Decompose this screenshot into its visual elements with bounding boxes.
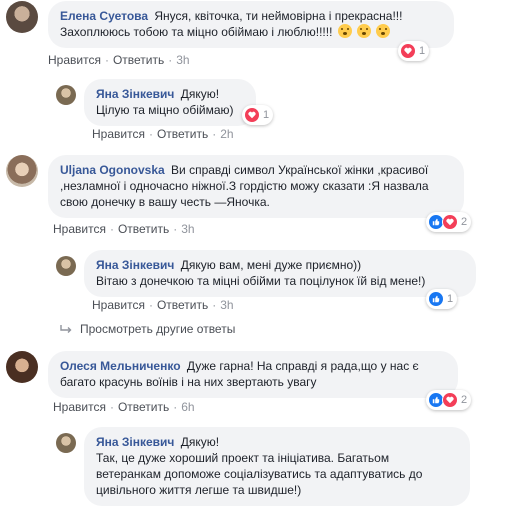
reaction-count: 1	[263, 109, 270, 121]
comment-text: Дякую!	[180, 435, 220, 449]
separator: ·	[148, 298, 153, 312]
comment-actions: Нравится · Ответить · 6h	[53, 400, 195, 414]
love-icon	[442, 214, 458, 230]
reaction-count: 2	[461, 394, 468, 406]
comment-author[interactable]: Елена Суетова	[60, 9, 148, 23]
reply-link[interactable]: Ответить	[118, 400, 169, 414]
comment-text: свою донечку в вашу честь —Яночка.	[60, 195, 270, 209]
comment-text: ветеранкам допоможе соціалізуватись та а…	[96, 467, 423, 481]
kiss-emoji-icon	[376, 24, 391, 38]
love-icon	[442, 392, 458, 408]
avatar[interactable]	[56, 433, 76, 453]
avatar[interactable]	[6, 351, 38, 383]
comment-author[interactable]: Uljana Ogonovska	[60, 163, 165, 177]
reply-3: Яна Зінкевич Дякую! Так, це дуже хороший…	[56, 427, 470, 506]
like-link[interactable]: Нравится	[92, 298, 145, 312]
comment-bubble: Олеся Мельниченко Дуже гарна! На справді…	[48, 351, 458, 398]
reply-link[interactable]: Ответить	[157, 298, 208, 312]
comment-author[interactable]: Яна Зінкевич	[96, 435, 174, 449]
separator: ·	[148, 127, 153, 141]
more-replies-link[interactable]: Просмотреть другие ответы	[60, 322, 235, 336]
comment-text: Вітаю з донечкою та міцні обійми та поці…	[96, 274, 426, 288]
timestamp[interactable]: 2h	[220, 127, 233, 141]
comment-3: Олеся Мельниченко Дуже гарна! На справді…	[6, 351, 458, 398]
avatar[interactable]	[6, 155, 38, 187]
comment-1: Елена Суетова Януся, квіточка, ти неймов…	[6, 1, 454, 48]
reply-link[interactable]: Ответить	[157, 127, 208, 141]
reply-1: Яна Зінкевич Дякую! Цілую та міцно обійм…	[56, 79, 256, 126]
timestamp[interactable]: 3h	[181, 222, 194, 236]
comment-author[interactable]: Яна Зінкевич	[96, 87, 174, 101]
avatar[interactable]	[6, 1, 38, 33]
reactions-summary[interactable]: 1	[426, 289, 458, 309]
like-icon	[428, 291, 444, 307]
reaction-count: 2	[461, 216, 468, 228]
reaction-count: 1	[419, 45, 426, 57]
separator: ·	[104, 53, 109, 67]
comment-author[interactable]: Олеся Мельниченко	[60, 359, 181, 373]
kiss-emoji-icon	[337, 24, 352, 38]
comment-text: багато красунь воїнів і на них звертають…	[60, 375, 317, 389]
comment-bubble: Елена Суетова Януся, квіточка, ти неймов…	[48, 1, 454, 48]
reply-link[interactable]: Ответить	[118, 222, 169, 236]
separator: ·	[168, 53, 173, 67]
comment-text: Януся, квіточка, ти неймовірна і прекрас…	[154, 9, 403, 23]
love-icon	[244, 107, 260, 123]
avatar[interactable]	[56, 256, 76, 276]
comment-text: Дякую!	[180, 87, 220, 101]
comment-text: ,незламної і одночасно ніжної.З гордістю…	[60, 179, 429, 193]
like-link[interactable]: Нравится	[48, 53, 101, 67]
comment-actions: Нравится · Ответить · 3h	[92, 298, 234, 312]
like-link[interactable]: Нравится	[53, 400, 106, 414]
reactions-summary[interactable]: 2	[426, 390, 472, 410]
comment-actions: Нравится · Ответить · 2h	[92, 127, 234, 141]
love-icon	[400, 43, 416, 59]
kiss-emoji-icon	[357, 24, 372, 38]
reactions-summary[interactable]: 1	[242, 105, 274, 125]
comment-bubble: Яна Зінкевич Дякую! Так, це дуже хороший…	[84, 427, 470, 506]
reactions-summary[interactable]: 1	[398, 41, 430, 61]
comment-bubble: Яна Зінкевич Дякую! Цілую та міцно обійм…	[84, 79, 256, 126]
comment-2: Uljana Ogonovska Ви справді символ Украї…	[6, 155, 464, 218]
comment-author[interactable]: Яна Зінкевич	[96, 258, 174, 272]
reply-2: Яна Зінкевич Дякую вам, мені дуже приємн…	[56, 250, 476, 297]
reaction-count: 1	[447, 293, 454, 305]
separator: ·	[109, 400, 114, 414]
timestamp[interactable]: 6h	[181, 400, 194, 414]
comment-text: Цілую та міцно обіймаю)	[96, 103, 234, 117]
more-replies-label[interactable]: Просмотреть другие ответы	[80, 322, 235, 336]
like-link[interactable]: Нравится	[53, 222, 106, 236]
like-link[interactable]: Нравится	[92, 127, 145, 141]
separator: ·	[212, 298, 217, 312]
timestamp[interactable]: 3h	[176, 53, 189, 67]
reply-link[interactable]: Ответить	[113, 53, 164, 67]
comment-actions: Нравится · Ответить · 3h	[48, 53, 190, 67]
timestamp[interactable]: 3h	[220, 298, 233, 312]
comment-text: цивільного життя легше та швидше!)	[96, 483, 302, 497]
separator: ·	[173, 400, 178, 414]
comment-text: Так, це дуже хороший проект та ініціатив…	[96, 451, 390, 465]
comment-bubble: Uljana Ogonovska Ви справді символ Украї…	[48, 155, 464, 218]
comment-bubble: Яна Зінкевич Дякую вам, мені дуже приємн…	[84, 250, 476, 297]
comment-text: Дякую вам, мені дуже приємно))	[180, 258, 362, 272]
avatar[interactable]	[56, 85, 76, 105]
reactions-summary[interactable]: 2	[426, 212, 472, 232]
comment-actions: Нравится · Ответить · 3h	[53, 222, 195, 236]
separator: ·	[109, 222, 114, 236]
separator: ·	[212, 127, 217, 141]
separator: ·	[173, 222, 178, 236]
comment-text: Захоплююсь тобою та міцно обіймаю і любл…	[60, 25, 333, 39]
comment-text: Ви справді символ Української жінки ,кра…	[171, 163, 429, 177]
reply-arrow-icon	[60, 325, 72, 333]
comment-text: Дуже гарна! На справді я рада,що у нас є	[186, 359, 419, 373]
